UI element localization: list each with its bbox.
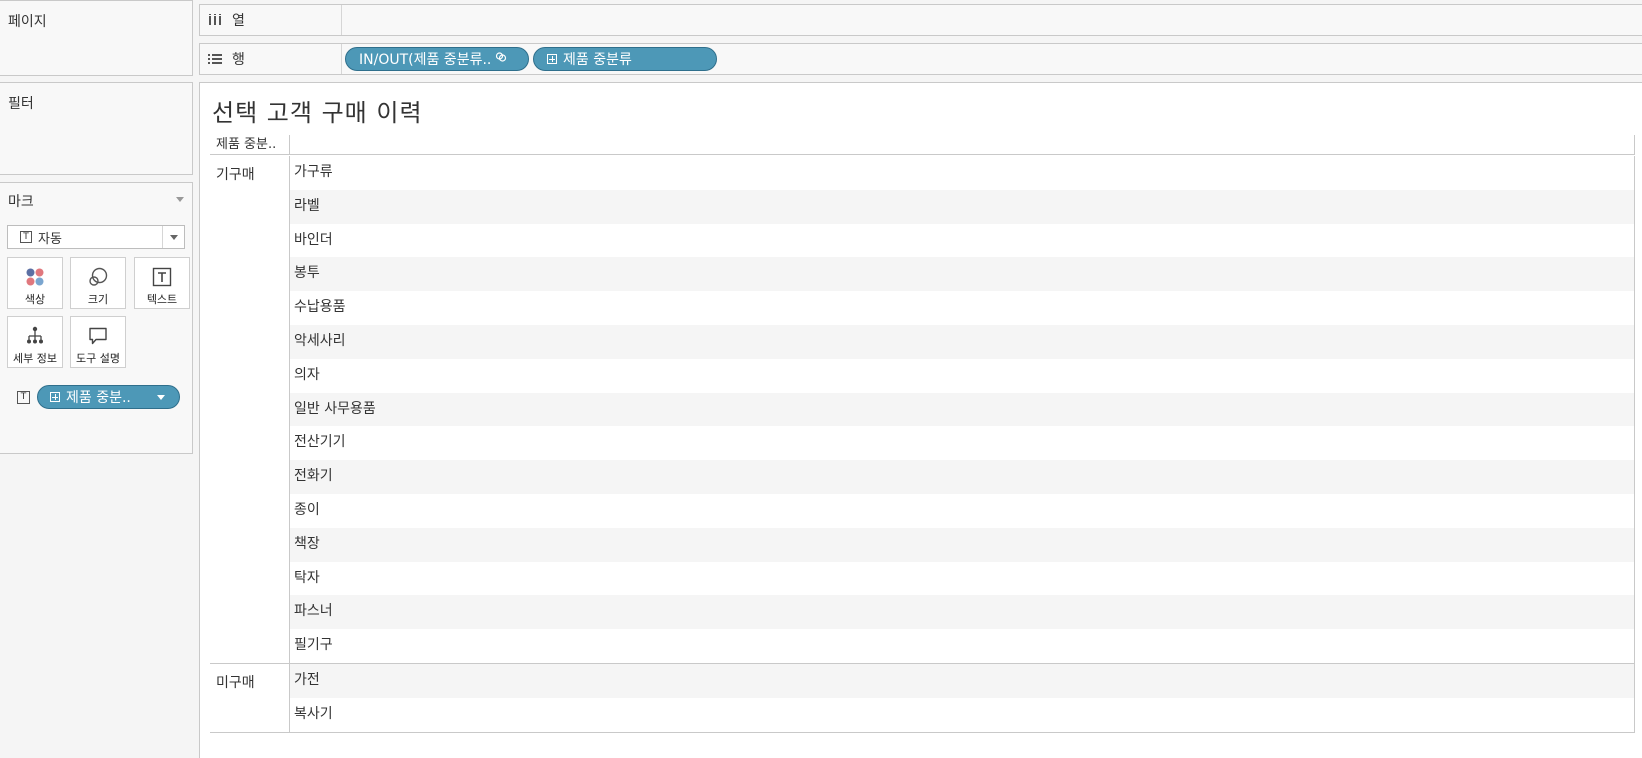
tooltip-label: 도구 설명: [76, 352, 120, 365]
view-canvas: 선택 고객 구매 이력 제품 중분.. 기구매 가구류 라벨 바인더 봉투 수납용품 악세사…: [199, 82, 1642, 758]
table-row[interactable]: 파스너: [290, 595, 1635, 630]
columns-shelf-label: 열: [200, 5, 342, 35]
size-icon: [71, 266, 125, 288]
group-label[interactable]: 기구매: [210, 156, 290, 663]
header-border: [1634, 135, 1635, 155]
table-row[interactable]: 수납용품: [290, 291, 1635, 325]
color-label: 색상: [24, 293, 46, 306]
row-pill-category-label: 제품 중분류: [563, 52, 632, 68]
text-icon: [135, 266, 189, 288]
row-group: 기구매 가구류 라벨 바인더 봉투 수납용품 악세사리 의자 일반 사무용품 전산기기 전화기 종이 책…: [210, 156, 1635, 663]
table-row[interactable]: 악세사리: [290, 324, 1635, 359]
mark-type-label: 자동: [38, 231, 62, 247]
rows-shelf-label: 행: [200, 44, 342, 74]
size-label: 크기: [87, 293, 109, 306]
pill-dropdown-icon[interactable]: [157, 395, 165, 400]
group-rows: 가구류 라벨 바인더 봉투 수납용품 악세사리 의자 일반 사무용품 전산기기 전화기 종이 책장 탁자…: [290, 156, 1635, 663]
row-pill-category[interactable]: 제품 중분류: [533, 47, 717, 71]
group-separator: [210, 731, 1635, 733]
set-link-icon: [495, 51, 507, 67]
group-label[interactable]: 미구매: [210, 664, 290, 732]
text-label: 텍스트: [146, 293, 178, 306]
filters-card[interactable]: 필터: [0, 82, 193, 175]
table-row[interactable]: 책장: [290, 527, 1635, 562]
pages-title: 페이지: [8, 14, 47, 30]
rows-label: 행: [232, 52, 245, 68]
table-row[interactable]: 종이: [290, 493, 1635, 528]
chevron-down-icon[interactable]: [162, 226, 184, 248]
color-icon: [8, 266, 62, 288]
table-row[interactable]: 가전: [290, 664, 1635, 698]
marks-menu-arrow-icon[interactable]: [176, 197, 184, 202]
column-header[interactable]: 제품 중분..: [210, 135, 290, 155]
rows-icon: [208, 53, 222, 65]
table-row[interactable]: 전산기기: [290, 426, 1635, 461]
view-title: 선택 고객 구매 이력: [212, 99, 423, 127]
expand-icon: [50, 392, 60, 402]
color-button[interactable]: 색상: [7, 257, 63, 309]
table-row[interactable]: 전화기: [290, 460, 1635, 494]
table-row[interactable]: 의자: [290, 358, 1635, 393]
filters-title: 필터: [8, 96, 34, 112]
text-encoding-icon: T: [17, 391, 30, 404]
tooltip-button[interactable]: 도구 설명: [70, 316, 126, 368]
table-row[interactable]: 일반 사무용품: [290, 392, 1635, 427]
size-button[interactable]: 크기: [70, 257, 126, 309]
table-row[interactable]: 바인더: [290, 223, 1635, 258]
detail-icon: [8, 325, 62, 347]
text-mark-icon: T: [20, 231, 32, 243]
detail-label: 세부 정보: [13, 352, 57, 365]
row-pill-inout[interactable]: IN/OUT(제품 중분류..: [345, 47, 529, 71]
table-row[interactable]: 필기구: [290, 629, 1635, 663]
expand-icon: [547, 54, 557, 64]
row-pill-inout-label: IN/OUT(제품 중분류..: [359, 52, 492, 68]
marks-text-pill-label: 제품 중분..: [66, 390, 131, 406]
detail-button[interactable]: 세부 정보: [7, 316, 63, 368]
mark-type-dropdown[interactable]: T 자동: [7, 225, 185, 249]
marks-title: 마크: [8, 194, 34, 210]
table-row[interactable]: 봉투: [290, 257, 1635, 292]
row-group: 미구매 가전 복사기: [210, 664, 1635, 732]
group-rows: 가전 복사기: [290, 664, 1635, 732]
pages-card[interactable]: 페이지: [0, 0, 193, 76]
table-row[interactable]: 가구류: [290, 156, 1635, 190]
table-row[interactable]: 라벨: [290, 189, 1635, 224]
text-button[interactable]: 텍스트: [134, 257, 190, 309]
tooltip-icon: [71, 325, 125, 347]
rows-shelf[interactable]: 행 IN/OUT(제품 중분류.. 제품 중분류: [199, 43, 1642, 75]
table-row[interactable]: 탁자: [290, 561, 1635, 596]
table-row[interactable]: 복사기: [290, 697, 1635, 732]
marks-text-pill[interactable]: 제품 중분..: [37, 385, 180, 409]
columns-shelf[interactable]: 열: [199, 4, 1642, 36]
columns-label: 열: [232, 13, 245, 29]
columns-icon: [208, 14, 222, 26]
header-row: 제품 중분..: [210, 135, 1635, 155]
